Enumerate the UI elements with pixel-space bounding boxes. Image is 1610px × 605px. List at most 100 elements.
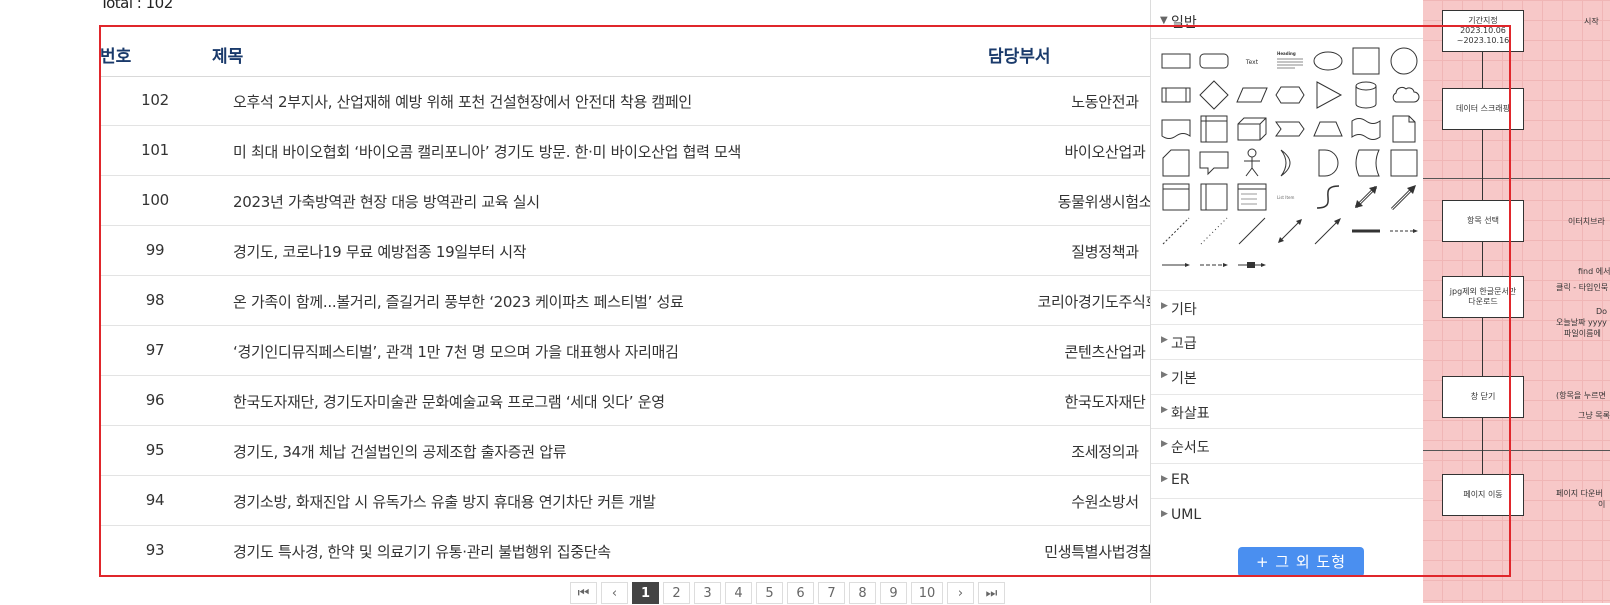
directional-connector-shape-icon[interactable]	[1311, 214, 1345, 248]
rounded-rectangle-shape-icon[interactable]	[1197, 44, 1231, 78]
pagination: ⏮ ‹ 1 2 3 4 5 6 7 8 9 10 › ⏭	[570, 582, 1005, 604]
list-shape-icon[interactable]	[1235, 180, 1269, 214]
square-shape-icon[interactable]	[1349, 44, 1383, 78]
note-shape-icon[interactable]	[1387, 112, 1421, 146]
trapezoid-shape-icon[interactable]	[1311, 112, 1345, 146]
prev-page-button[interactable]: ‹	[601, 582, 628, 604]
table-row[interactable]: 95 경기도, 34개 체납 건설법인의 공제조합 출자증권 압류 조세정의과	[100, 426, 1200, 476]
row-title-link[interactable]: 오후석 2부지사, 산업재해 예방 위해 포천 건설현장에서 안전대 착용 캠페…	[233, 91, 692, 112]
cloud-shape-icon[interactable]	[1387, 78, 1421, 112]
page-button[interactable]: 5	[756, 582, 783, 604]
row-title-link[interactable]: ‘경기인디뮤직페스티벌’, 관객 1만 7천 명 모으며 가을 대표행사 자리매…	[233, 341, 679, 362]
process-shape-icon[interactable]	[1159, 78, 1193, 112]
more-shapes-button[interactable]: + 그 외 도형	[1238, 547, 1364, 577]
flow-box-page-move[interactable]: 페이지 이동	[1442, 474, 1524, 516]
row-title-link[interactable]: 경기도 특사경, 한약 및 의료기기 유통·관리 불법행위 집중단속	[233, 541, 611, 562]
parallelogram-shape-icon[interactable]	[1235, 78, 1269, 112]
flow-box-text: jpg제외 한글문서만	[1449, 287, 1517, 296]
page-button[interactable]: 2	[663, 582, 690, 604]
text-shape-icon[interactable]: Text	[1235, 44, 1269, 78]
dashed-arrow-shape-icon[interactable]	[1197, 248, 1231, 282]
row-title-link[interactable]: 경기소방, 화재진압 시 유독가스 유출 방지 휴대용 연기차단 커튼 개발	[233, 491, 656, 512]
header-title: 제목	[212, 47, 244, 67]
table-row[interactable]: 94 경기소방, 화재진압 시 유독가스 유출 방지 휴대용 연기차단 커튼 개…	[100, 476, 1200, 526]
table-row[interactable]: 98 온 가족이 함께...볼거리, 즐길거리 풍부한 ‘2023 케이파츠 페…	[100, 276, 1200, 326]
table-row[interactable]: 96 한국도자재단, 경기도자미술관 문화예술교육 프로그램 ‘세대 잇다’ 운…	[100, 376, 1200, 426]
page-button-current[interactable]: 1	[632, 582, 659, 604]
section-basic[interactable]: ▶ 기본	[1151, 359, 1423, 394]
document-shape-icon[interactable]	[1159, 112, 1193, 146]
page-button[interactable]: 4	[725, 582, 752, 604]
page-button[interactable]: 3	[694, 582, 721, 604]
table-row[interactable]: 93 경기도 특사경, 한약 및 의료기기 유통·관리 불법행위 집중단속 민생…	[100, 526, 1200, 576]
table-row[interactable]: 99 경기도, 코로나19 무료 예방접종 19일부터 시작 질병정책과	[100, 226, 1200, 276]
section-misc[interactable]: ▶ 기타	[1151, 290, 1423, 325]
ellipse-shape-icon[interactable]	[1311, 44, 1345, 78]
table-row[interactable]: 97 ‘경기인디뮤직페스티벌’, 관객 1만 7천 명 모으며 가을 대표행사 …	[100, 326, 1200, 376]
section-advanced[interactable]: ▶ 고급	[1151, 324, 1423, 359]
dashed-line-shape-icon[interactable]	[1159, 214, 1193, 248]
section-flowchart[interactable]: ▶ 순서도	[1151, 428, 1423, 463]
cube-shape-icon[interactable]	[1235, 112, 1269, 146]
list-item-shape-icon[interactable]: List Item	[1273, 180, 1307, 214]
line-shape-icon[interactable]	[1235, 214, 1269, 248]
table-row[interactable]: 102 오후석 2부지사, 산업재해 예방 위해 포천 건설현장에서 안전대 착…	[100, 76, 1200, 126]
swimlane-shape-icon[interactable]	[1197, 180, 1231, 214]
or-shape-icon[interactable]	[1273, 146, 1307, 180]
actor-shape-icon[interactable]	[1235, 146, 1269, 180]
row-title-link[interactable]: 미 최대 바이오협회 ‘바이오콤 캘리포니아’ 경기도 방문. 한·미 바이오산…	[233, 141, 741, 162]
section-general[interactable]: ▼ 일반	[1151, 8, 1423, 39]
row-title-link[interactable]: 온 가족이 함께...볼거리, 즐길거리 풍부한 ‘2023 케이파츠 페스티벌…	[233, 291, 684, 312]
flow-box-close-window[interactable]: 창 닫기	[1442, 376, 1524, 418]
row-number: 101	[141, 141, 169, 159]
tape-shape-icon[interactable]	[1349, 112, 1383, 146]
callout-shape-icon[interactable]	[1197, 146, 1231, 180]
dotted-line-shape-icon[interactable]	[1197, 214, 1231, 248]
link-shape-icon[interactable]	[1349, 214, 1383, 248]
page-button[interactable]: 9	[880, 582, 907, 604]
row-title-link[interactable]: 한국도자재단, 경기도자미술관 문화예술교육 프로그램 ‘세대 잇다’ 운영	[233, 391, 665, 412]
bidirectional-arrow-shape-icon[interactable]	[1349, 180, 1383, 214]
arrow-shape-icon[interactable]	[1387, 180, 1421, 214]
last-page-button[interactable]: ⏭	[978, 582, 1005, 604]
internal-storage-shape-icon[interactable]	[1197, 112, 1231, 146]
flow-box-download[interactable]: jpg제외 한글문서만 다운로드	[1442, 276, 1524, 318]
next-page-button[interactable]: ›	[947, 582, 974, 604]
table-row[interactable]: 101 미 최대 바이오협회 ‘바이오콤 캘리포니아’ 경기도 방문. 한·미 …	[100, 126, 1200, 176]
bidirectional-connector-shape-icon[interactable]	[1273, 214, 1307, 248]
data-storage-shape-icon[interactable]	[1349, 146, 1383, 180]
and-shape-icon[interactable]	[1311, 146, 1345, 180]
section-er[interactable]: ▶ ER	[1151, 463, 1423, 498]
flow-box-scraping[interactable]: 데이터 스크래핑	[1442, 88, 1524, 130]
labeled-connector-shape-icon[interactable]	[1235, 248, 1269, 282]
flow-box-date-range[interactable]: 기간지정 2023.10.06 ~2023.10.16	[1442, 10, 1524, 52]
flow-box-select-item[interactable]: 항목 선택	[1442, 200, 1524, 242]
chevron-right-icon: ▶	[1161, 509, 1168, 519]
textbox-shape-icon[interactable]: Heading	[1273, 44, 1307, 78]
row-title-link[interactable]: 2023년 가축방역관 현장 대응 방역관리 교육 실시	[233, 191, 540, 212]
container-shape-icon[interactable]	[1159, 180, 1193, 214]
page-button[interactable]: 8	[849, 582, 876, 604]
frame-shape-icon[interactable]	[1387, 146, 1421, 180]
diamond-shape-icon[interactable]	[1197, 78, 1231, 112]
curve-shape-icon[interactable]	[1311, 180, 1345, 214]
arrow-line-shape-icon[interactable]	[1387, 214, 1421, 248]
circle-shape-icon[interactable]	[1387, 44, 1421, 78]
connector-arrow-shape-icon[interactable]	[1159, 248, 1193, 282]
page-button[interactable]: 6	[787, 582, 814, 604]
section-arrows[interactable]: ▶ 화살표	[1151, 394, 1423, 429]
section-uml[interactable]: ▶ UML	[1151, 498, 1423, 533]
rectangle-shape-icon[interactable]	[1159, 44, 1193, 78]
diagram-canvas[interactable]: 기간지정 2023.10.06 ~2023.10.16 데이터 스크래핑 항목 …	[1422, 0, 1610, 603]
step-shape-icon[interactable]	[1273, 112, 1307, 146]
hexagon-shape-icon[interactable]	[1273, 78, 1307, 112]
page-button[interactable]: 10	[911, 582, 943, 604]
card-shape-icon[interactable]	[1159, 146, 1193, 180]
cylinder-shape-icon[interactable]	[1349, 78, 1383, 112]
triangle-shape-icon[interactable]	[1311, 78, 1345, 112]
first-page-button[interactable]: ⏮	[570, 582, 597, 604]
page-button[interactable]: 7	[818, 582, 845, 604]
table-row[interactable]: 100 2023년 가축방역관 현장 대응 방역관리 교육 실시 동물위생시험소	[100, 176, 1200, 226]
row-title-link[interactable]: 경기도, 34개 체납 건설법인의 공제조합 출자증권 압류	[233, 441, 567, 462]
row-title-link[interactable]: 경기도, 코로나19 무료 예방접종 19일부터 시작	[233, 241, 527, 262]
